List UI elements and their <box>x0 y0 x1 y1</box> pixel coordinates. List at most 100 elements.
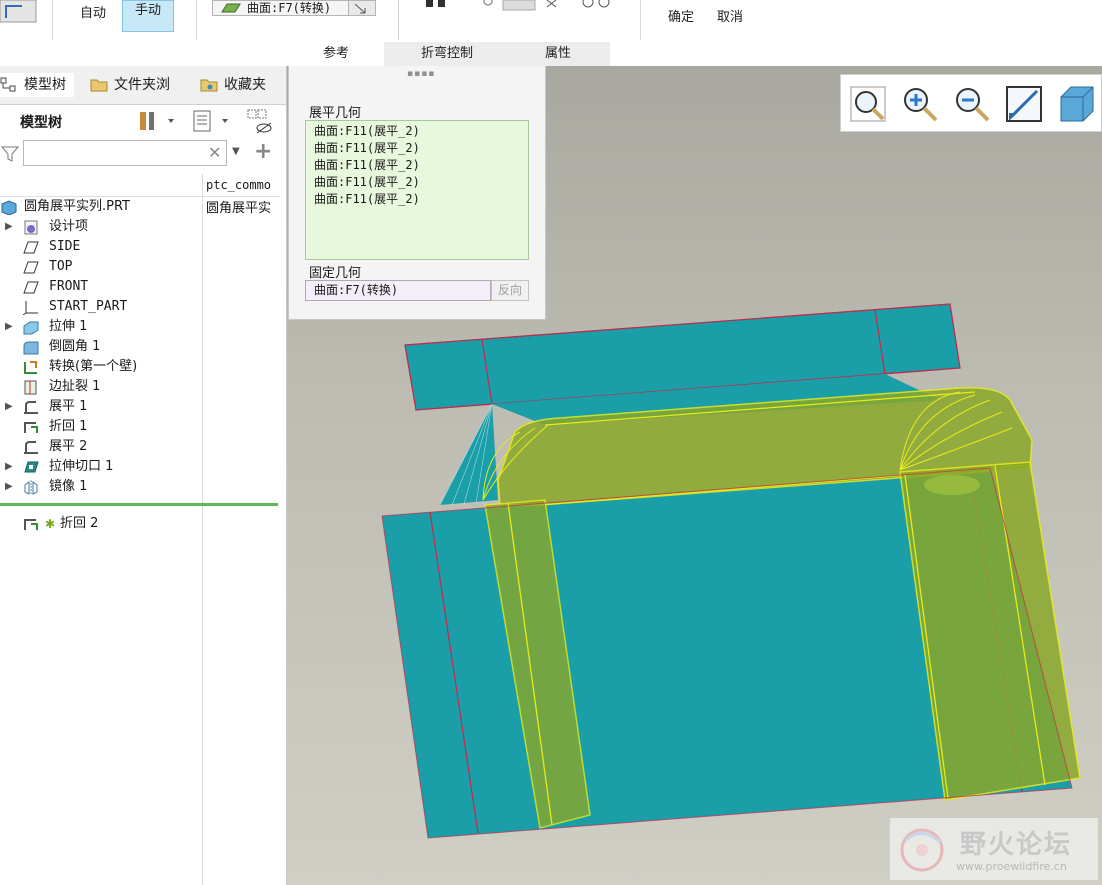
no-preview-icon[interactable] <box>544 0 564 8</box>
tree-item-extrude-cut-1[interactable]: ▶ 拉伸切口 1 <box>0 457 202 477</box>
tab-model-tree-label: 模型树 <box>24 77 66 93</box>
filter-icon[interactable] <box>1 145 19 163</box>
model-tree-icon <box>0 77 16 92</box>
expand-arrow-icon[interactable]: ▶ <box>5 457 13 477</box>
tree-item-extrude-1[interactable]: ▶ 拉伸 1 <box>0 317 202 337</box>
zoom-out-icon[interactable] <box>951 83 993 125</box>
bend-back-icon <box>24 422 38 433</box>
tree-item-label: 镜像 1 <box>49 479 88 494</box>
unfold-geometry-collector[interactable]: 曲面:F11(展平_2) 曲面:F11(展平_2) 曲面:F11(展平_2) 曲… <box>305 120 529 260</box>
ptc-common-name-column[interactable]: ptc_commo <box>206 178 280 192</box>
fixed-geometry-field[interactable]: 曲面:F7(转换) <box>305 280 491 301</box>
manual-button[interactable]: 手动 <box>122 0 174 32</box>
preview-icon[interactable] <box>478 0 498 8</box>
tree-item-label: TOP <box>49 259 73 274</box>
tab-folder-browser-label: 文件夹浏 <box>114 77 170 93</box>
unfold-geometry-item[interactable]: 曲面:F11(展平_2) <box>306 191 528 208</box>
tree-item-top[interactable]: TOP <box>0 257 202 277</box>
tree-item-unbend-2[interactable]: 展平 2 <box>0 437 202 457</box>
tree-item-design-items[interactable]: ▶ 设计项 <box>0 217 202 237</box>
navigator-tabs: 模型树 文件夹浏 收藏夹 <box>0 66 286 105</box>
expand-arrow-icon[interactable]: ▶ <box>5 217 13 237</box>
unfold-geometry-item[interactable]: 曲面:F11(展平_2) <box>306 174 528 191</box>
tab-folder-browser[interactable]: 文件夹浏 <box>90 73 170 97</box>
tree-item-front[interactable]: FRONT <box>0 277 202 297</box>
fixed-geometry-label: 固定几何 <box>309 266 362 281</box>
ribbon: 自动 手动 曲面:F7(转换) 确定 取消 参考 折弯控制 属性 <box>0 0 775 67</box>
collector-dropdown[interactable] <box>348 1 375 15</box>
graphics-toolbar <box>840 74 1102 132</box>
tab-bend-control[interactable]: 折弯控制 <box>386 42 508 66</box>
tree-root-common-name: 圆角展平实 <box>206 201 272 216</box>
zoom-in-icon[interactable] <box>899 83 941 125</box>
datum-plane-icon <box>23 261 39 274</box>
clear-search-icon[interactable]: ✕ <box>208 143 221 162</box>
favorites-folder-icon <box>200 79 218 92</box>
tree-item-label: 转换(第一个壁) <box>49 359 138 374</box>
ok-button[interactable]: 确定 <box>668 6 694 25</box>
show-menu-icon[interactable] <box>192 110 234 132</box>
column-divider[interactable] <box>202 174 203 885</box>
verify-icon[interactable] <box>502 0 536 12</box>
tree-item-mirror-1[interactable]: ▶ 镜像 1 <box>0 477 202 497</box>
filter-display-icon[interactable] <box>246 108 274 134</box>
fixed-geometry-collector[interactable]: 曲面:F7(转换) <box>212 0 376 16</box>
bend-back-feature-icon <box>0 0 37 23</box>
saved-views-icon[interactable] <box>1055 83 1097 125</box>
tree-item-side[interactable]: SIDE <box>0 237 202 257</box>
ribbon-empty-area <box>775 0 1102 67</box>
tree-item-label: 边扯裂 1 <box>49 379 101 394</box>
tree-search-input[interactable] <box>23 140 227 166</box>
repaint-icon[interactable] <box>1003 83 1045 125</box>
tab-references[interactable]: 参考 <box>288 42 384 66</box>
coordinate-system-icon <box>22 301 38 315</box>
pause-icon[interactable] <box>424 0 454 8</box>
tree-root-label: 圆角展平实列.PRT <box>24 199 130 214</box>
expand-arrow-icon[interactable]: ▶ <box>5 397 13 417</box>
tab-properties[interactable]: 属性 <box>510 42 606 66</box>
tree-root-part[interactable]: 圆角展平实列.PRT <box>0 197 202 217</box>
mirror-icon <box>24 480 38 495</box>
tree-item-label: FRONT <box>49 279 89 294</box>
tree-item-edge-rip-1[interactable]: 边扯裂 1 <box>0 377 202 397</box>
unfold-geometry-item[interactable]: 曲面:F11(展平_2) <box>306 157 528 174</box>
refit-icon[interactable] <box>847 83 889 125</box>
glasses-preview-icon[interactable] <box>580 0 614 10</box>
bend-back-icon <box>24 519 38 530</box>
forum-logo-icon <box>900 828 944 872</box>
watermark-title: 野火论坛 <box>960 830 1073 860</box>
expand-arrow-icon[interactable]: ▶ <box>5 477 13 497</box>
add-filter-icon[interactable]: + <box>254 139 272 164</box>
tree-item-bend-back-1[interactable]: 折回 1 <box>0 417 202 437</box>
tree-column-header: ptc_commo <box>0 174 280 197</box>
tree-item-unbend-1[interactable]: ▶ 展平 1 <box>0 397 202 417</box>
tree-item-start-part[interactable]: START_PART <box>0 297 202 317</box>
tree-item-bend-back-2-active[interactable]: ✱ 折回 2 <box>0 514 202 534</box>
unbend-icon <box>24 401 38 414</box>
panel-grip-icon[interactable]: ▪▪▪▪ <box>407 69 435 79</box>
tab-favorites[interactable]: 收藏夹 <box>200 73 266 97</box>
cancel-button[interactable]: 取消 <box>717 6 743 25</box>
extrude-cut-icon <box>24 461 39 473</box>
flip-button[interactable]: 反向 <box>491 280 529 301</box>
unbend-icon <box>24 441 38 454</box>
round-icon <box>23 341 39 355</box>
insert-here-line[interactable] <box>0 503 278 506</box>
tree-search-row: ✕ ▼ + <box>0 138 286 170</box>
auto-button[interactable]: 自动 <box>80 2 106 21</box>
tab-model-tree[interactable]: 模型树 <box>0 73 74 97</box>
tab-favorites-label: 收藏夹 <box>224 77 266 93</box>
unfold-geometry-item[interactable]: 曲面:F11(展平_2) <box>306 140 528 157</box>
design-items-icon <box>24 220 38 235</box>
tree-item-label: 拉伸切口 1 <box>49 459 114 474</box>
datum-plane-icon <box>23 241 39 254</box>
unfold-geometry-item[interactable]: 曲面:F11(展平_2) <box>306 123 528 140</box>
search-dropdown-icon[interactable]: ▼ <box>232 146 240 157</box>
model-tree-title: 模型树 <box>20 115 62 131</box>
settings-tools-icon[interactable] <box>138 110 178 132</box>
tree-item-round-1[interactable]: 倒圆角 1 <box>0 337 202 357</box>
forum-watermark: 野火论坛 www.proewildfire.cn <box>890 818 1098 880</box>
watermark-url: www.proewildfire.cn <box>956 860 1067 873</box>
expand-arrow-icon[interactable]: ▶ <box>5 317 13 337</box>
tree-item-convert[interactable]: 转换(第一个壁) <box>0 357 202 377</box>
